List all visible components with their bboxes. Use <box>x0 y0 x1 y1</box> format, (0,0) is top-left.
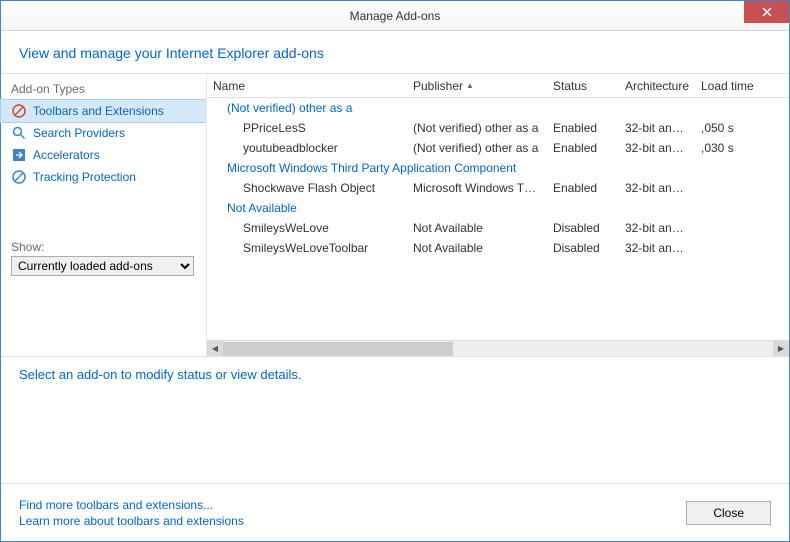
addon-list: Name Publisher▲ Status Architecture Load… <box>206 74 789 356</box>
sidebar-item-label: Tracking Protection <box>33 170 136 184</box>
footer: Find more toolbars and extensions... Lea… <box>1 483 789 541</box>
sidebar-item-tracking[interactable]: Tracking Protection <box>1 166 206 188</box>
table-row[interactable]: SmileysWeLoveToolbar Not Available Disab… <box>207 238 789 258</box>
toolbars-icon <box>11 103 27 119</box>
sidebar-item-label: Accelerators <box>33 148 100 162</box>
sidebar-item-label: Toolbars and Extensions <box>33 104 164 118</box>
group-header[interactable]: Microsoft Windows Third Party Applicatio… <box>207 158 789 178</box>
sidebar-item-search[interactable]: Search Providers <box>1 122 206 144</box>
search-icon <box>11 125 27 141</box>
column-architecture[interactable]: Architecture <box>619 76 695 96</box>
table-header: Name Publisher▲ Status Architecture Load… <box>207 74 789 98</box>
table-row[interactable]: SmileysWeLove Not Available Disabled 32-… <box>207 218 789 238</box>
accel-icon <box>11 147 27 163</box>
table-row[interactable]: youtubeadblocker (Not verified) other as… <box>207 138 789 158</box>
sidebar-item-toolbars[interactable]: Toolbars and Extensions <box>0 99 207 123</box>
close-icon <box>762 7 772 17</box>
learn-more-link[interactable]: Learn more about toolbars and extensions <box>19 513 244 529</box>
sidebar: Add-on Types Toolbars and Extensions Sea… <box>1 74 206 356</box>
header-text: View and manage your Internet Explorer a… <box>19 45 771 61</box>
group-header[interactable]: Not Available <box>207 198 789 218</box>
column-name[interactable]: Name <box>207 76 407 96</box>
scroll-track[interactable] <box>223 341 773 357</box>
horizontal-scrollbar[interactable]: ◀ ▶ <box>207 340 789 356</box>
sidebar-item-accelerators[interactable]: Accelerators <box>1 144 206 166</box>
window-close-button[interactable] <box>744 1 789 23</box>
column-load-time[interactable]: Load time <box>695 76 765 96</box>
show-select[interactable]: Currently loaded add-ons <box>11 256 194 276</box>
tracking-icon <box>11 169 27 185</box>
column-status[interactable]: Status <box>547 76 619 96</box>
show-label: Show: <box>1 240 206 256</box>
column-publisher[interactable]: Publisher▲ <box>407 76 547 96</box>
close-button[interactable]: Close <box>686 501 771 525</box>
sidebar-item-label: Search Providers <box>33 126 125 140</box>
scroll-right-button[interactable]: ▶ <box>773 341 789 357</box>
table-row[interactable]: PPriceLesS (Not verified) other as a Ena… <box>207 118 789 138</box>
addon-types-label: Add-on Types <box>1 82 206 100</box>
titlebar: Manage Add-ons <box>1 1 789 31</box>
header: View and manage your Internet Explorer a… <box>1 31 789 73</box>
scroll-left-button[interactable]: ◀ <box>207 341 223 357</box>
detail-prompt: Select an add-on to modify status or vie… <box>19 367 771 382</box>
group-header[interactable]: (Not verified) other as a <box>207 98 789 118</box>
window-title: Manage Add-ons <box>350 9 441 23</box>
table-row[interactable]: Shockwave Flash Object Microsoft Windows… <box>207 178 789 198</box>
scroll-thumb[interactable] <box>223 342 453 356</box>
find-more-link[interactable]: Find more toolbars and extensions... <box>19 497 244 513</box>
sort-asc-icon: ▲ <box>466 81 474 90</box>
